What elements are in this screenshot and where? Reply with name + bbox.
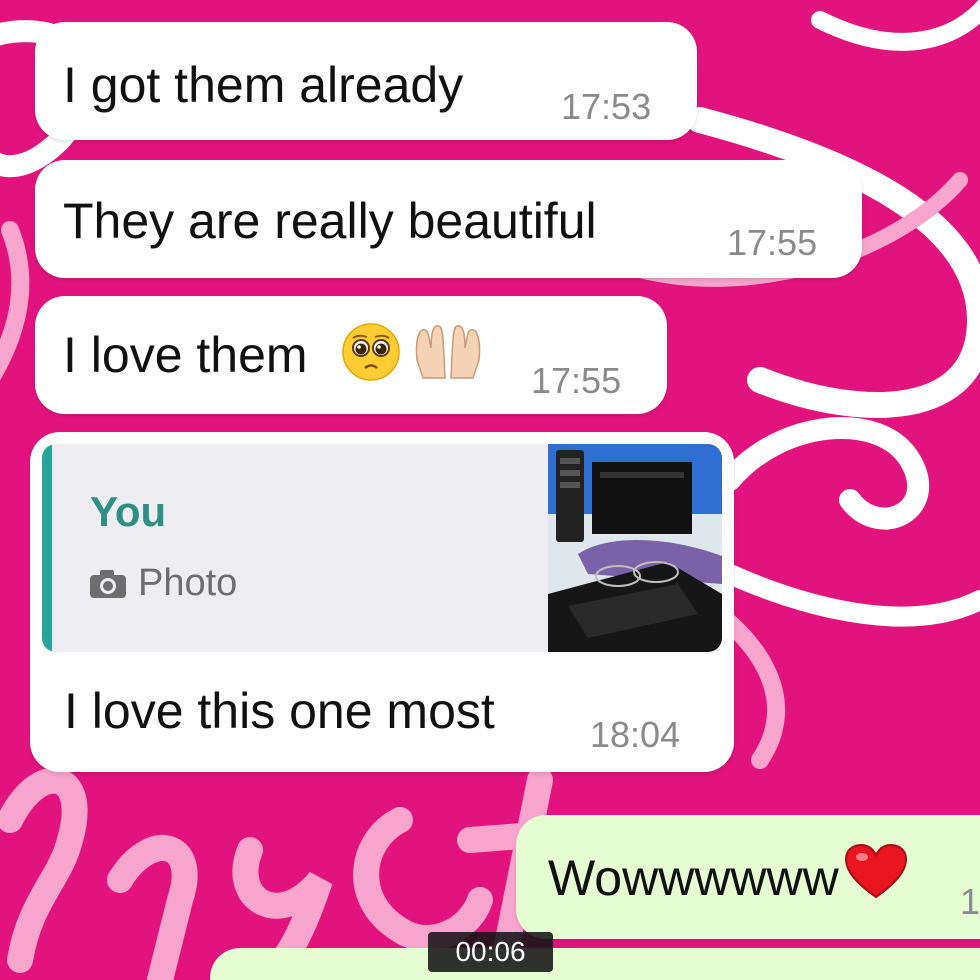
message-text: Wowwwwww <box>548 850 839 906</box>
message-timestamp: 17:55 <box>727 222 818 263</box>
pleading-face-emoji <box>342 323 400 381</box>
message-timestamp: 17:53 <box>561 86 652 127</box>
message-bubble-outgoing-partial[interactable] <box>210 948 980 980</box>
quoted-message[interactable]: You Photo <box>42 444 722 652</box>
message-timestamp: 17:55 <box>531 360 622 401</box>
quote-type-label: Photo <box>138 562 238 604</box>
message-bubble-incoming[interactable]: I love them 17:55 <box>35 296 667 414</box>
message-bubble-reply[interactable]: You Photo I love this one most 18:04 <box>30 432 734 772</box>
message-bubble-incoming[interactable]: They are really beautiful 17:55 <box>35 160 862 278</box>
quote-author: You <box>90 488 167 535</box>
quote-accent-bar <box>42 444 52 652</box>
red-heart-emoji <box>844 843 908 899</box>
message-bubble-outgoing[interactable]: Wowwwwww 1 <box>516 815 980 939</box>
video-timer: 00:06 <box>428 932 553 972</box>
message-text: I got them already <box>63 57 464 113</box>
palms-up-together-emoji <box>415 325 481 379</box>
message-timestamp: 1 <box>960 881 980 922</box>
message-timestamp: 18:04 <box>590 714 681 755</box>
camera-icon <box>90 570 126 598</box>
message-text: I love this one most <box>64 683 495 739</box>
message-text: They are really beautiful <box>63 193 597 249</box>
message-text: I love them <box>63 327 308 383</box>
message-bubble-incoming[interactable]: I got them already 17:53 <box>35 22 697 140</box>
photo-thumbnail[interactable] <box>548 444 722 652</box>
